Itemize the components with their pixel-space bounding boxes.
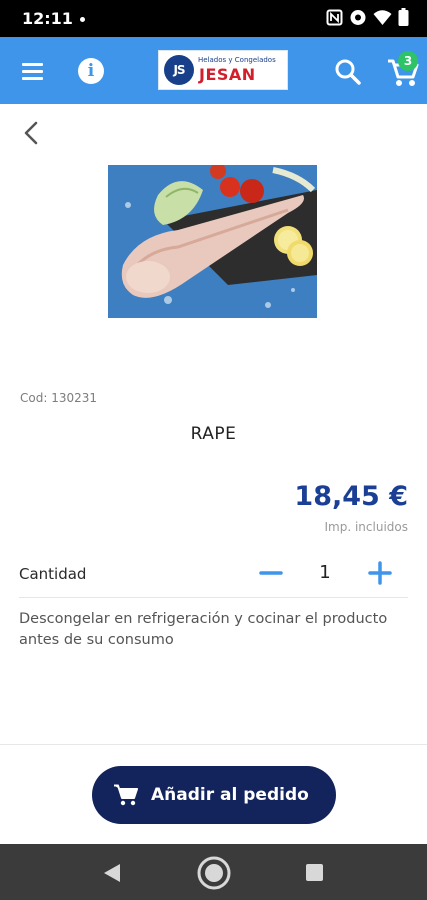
product-title: RAPE (190, 424, 237, 444)
product-image (108, 165, 317, 318)
info-icon: i (87, 61, 95, 81)
app-bar: i JS Helados y Congelados JESAN 3 (0, 37, 427, 104)
notification-dot (80, 17, 85, 22)
cart-count-badge: 3 (398, 51, 418, 71)
plus-icon (368, 561, 392, 585)
nav-home-button[interactable] (197, 856, 231, 890)
product-code: Cod: 130231 (20, 391, 98, 405)
nfc-icon (326, 9, 343, 30)
minus-icon (259, 571, 283, 575)
menu-button[interactable] (18, 57, 48, 85)
logo-tagline: Helados y Congelados (198, 56, 276, 64)
brand-logo[interactable]: JS Helados y Congelados JESAN (158, 50, 288, 90)
logo-mark: JS (164, 55, 194, 85)
system-nav-bar (0, 844, 427, 900)
product-price: 18,45 € (294, 481, 408, 512)
cart-icon (114, 784, 138, 806)
chevron-left-icon (24, 121, 38, 145)
decrease-quantity-button[interactable] (259, 561, 283, 585)
info-button[interactable]: i (78, 58, 104, 84)
quantity-label: Cantidad (19, 565, 87, 583)
eye-icon (349, 9, 367, 30)
product-description: Descongelar en refrigeración y cocinar e… (19, 611, 388, 648)
search-icon (335, 59, 361, 85)
add-to-order-button[interactable]: Añadir al pedido (92, 766, 336, 824)
recents-square-icon[interactable] (306, 864, 323, 881)
wifi-icon (373, 9, 392, 30)
footer-divider (0, 744, 427, 745)
search-button[interactable] (333, 57, 363, 87)
quantity-value[interactable]: 1 (315, 562, 335, 583)
nav-back-button[interactable] (102, 863, 122, 883)
logo-name: JESAN (199, 65, 256, 84)
home-circle-icon (197, 856, 231, 890)
battery-icon (398, 8, 409, 30)
quantity-stepper: Cantidad 1 (19, 557, 408, 598)
add-to-order-label: Añadir al pedido (151, 785, 309, 805)
status-bar: 12:11 (0, 0, 427, 37)
status-icons (326, 8, 409, 30)
tax-note: Imp. incluidos (324, 520, 409, 534)
back-button[interactable] (18, 119, 46, 147)
back-triangle-icon (104, 864, 120, 882)
increase-quantity-button[interactable] (368, 561, 392, 585)
status-time: 12:11 (22, 9, 73, 28)
